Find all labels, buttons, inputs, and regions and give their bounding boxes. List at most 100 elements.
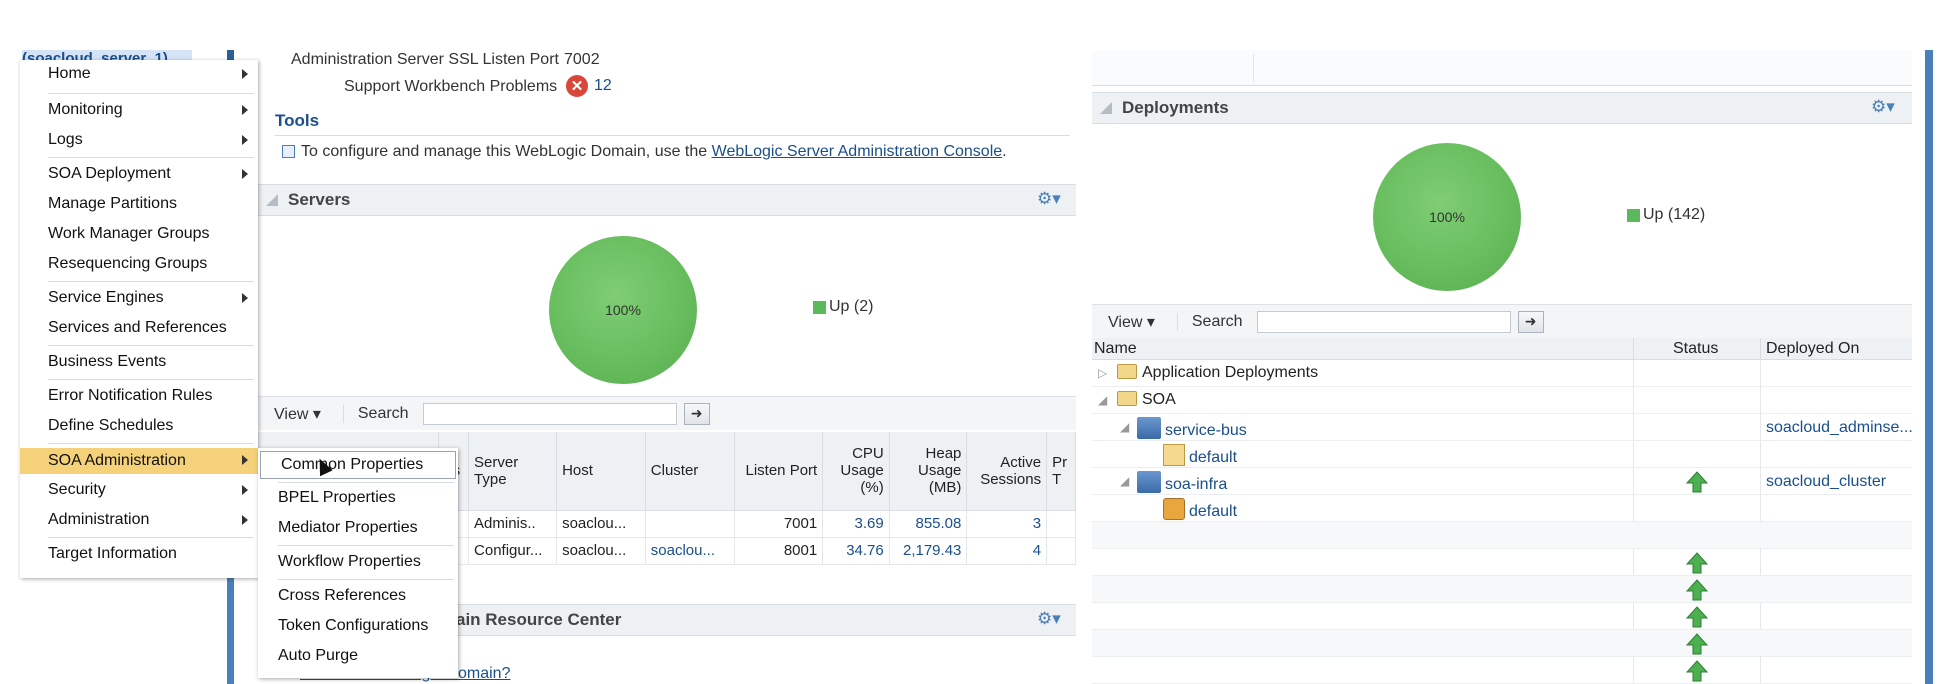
table-row[interactable]: ◢ service-bus soacloud_adminse... [1092,414,1913,441]
deployments-search-go-button[interactable]: ➜ [1517,310,1544,333]
resource-gear-icon[interactable]: ⚙▾ [1037,609,1061,629]
deployments-view-menu[interactable]: View ▾ [1108,312,1155,332]
table-row[interactable]: ◢ soa-infra soacloud_cluster [1092,468,1912,495]
column-sessions[interactable]: Active Sessions [966,432,1048,511]
right-pane-edge[interactable] [1925,50,1933,684]
column-divider [1633,338,1634,360]
weblogic-console-link[interactable]: WebLogic Server Administration Console [712,143,1003,160]
collapse-icon[interactable]: ◢ [1120,420,1129,434]
submenu-item-auto-purge[interactable]: Auto Purge [258,644,458,668]
menu-item-define-schedules[interactable]: Define Schedules [20,414,258,438]
row-name[interactable]: service-bus [1165,422,1247,439]
menu-label: Monitoring [48,101,123,118]
table-row[interactable] [1092,657,1912,684]
menu-item-error-notification-rules[interactable]: Error Notification Rules [20,384,258,408]
menu-item-resequencing-groups[interactable]: Resequencing Groups [20,252,258,276]
column-name[interactable]: Name [1094,340,1137,358]
tools-text-end: . [1002,143,1007,160]
servers-gear-icon[interactable]: ⚙▾ [1037,189,1061,209]
servers-section-header[interactable]: Servers [258,184,1076,216]
column-status[interactable]: Status [1673,340,1718,358]
table-row[interactable] [1092,522,1912,549]
table-row[interactable] [1092,603,1912,630]
submenu-item-mediator-properties[interactable]: Mediator Properties [258,516,458,540]
menu-item-work-manager-groups[interactable]: Work Manager Groups [20,222,258,246]
table-row[interactable]: ▷ Application Deployments [1092,360,1912,387]
row-name[interactable]: default [1189,449,1237,466]
menu-item-monitoring[interactable]: Monitoring [20,98,258,122]
partition-icon [1163,444,1185,466]
servers-view-menu[interactable]: View ▾ [274,404,321,424]
submenu-item-workflow-properties[interactable]: Workflow Properties [258,550,458,574]
menu-item-administration[interactable]: Administration [20,508,258,532]
row-name[interactable]: soa-infra [1165,476,1227,493]
deployments-legend: Up (142) [1627,206,1705,224]
deployments-gear-icon[interactable]: ⚙▾ [1871,97,1895,117]
servers-search-go-button[interactable]: ➜ [683,402,710,425]
submenu-arrow-icon [242,135,248,145]
column-more[interactable]: Pr T [1046,432,1076,511]
cell-cluster[interactable]: soaclou... [645,537,735,565]
table-row[interactable]: default [1092,441,1912,468]
column-cluster[interactable]: Cluster [645,432,735,511]
servers-legend: Up (2) [813,298,873,316]
collapse-icon[interactable]: ◢ [1120,474,1129,488]
expand-icon[interactable]: ▷ [1098,366,1107,380]
error-icon: ✕ [566,75,588,97]
table-row[interactable]: default [1092,495,1912,522]
servers-search-input[interactable] [422,402,677,425]
column-cpu[interactable]: CPU Usage (%) [822,432,890,511]
submenu-label: Mediator Properties [278,519,418,536]
collapse-icon[interactable] [266,194,278,206]
menu-item-manage-partitions[interactable]: Manage Partitions [20,192,258,216]
menu-item-service-engines[interactable]: Service Engines [20,286,258,310]
collapse-icon[interactable]: ◢ [1098,393,1107,407]
cell-cpu[interactable]: 3.69 [822,510,890,538]
table-row[interactable] [1092,549,1912,576]
servers-title: Servers [288,190,351,209]
workbench-label: Support Workbench Problems [344,78,558,95]
cell-sessions[interactable]: 4 [966,537,1048,565]
column-heap[interactable]: Heap Usage (MB) [889,432,968,511]
servers-toolbar: View ▾ Search ➜ [258,396,1076,430]
cell-sessions[interactable]: 3 [966,510,1048,538]
submenu-item-cross-references[interactable]: Cross References [258,584,458,608]
column-host[interactable]: Host [556,432,646,511]
menu-item-soa-deployment[interactable]: SOA Deployment [20,162,258,186]
cell-cpu[interactable]: 34.76 [822,537,890,565]
menu-item-target-information[interactable]: Target Information [20,542,258,566]
column-deployed-on[interactable]: Deployed On [1760,340,1859,358]
cell-type: Adminis.. [468,510,558,538]
collapse-icon[interactable] [1100,102,1112,114]
submenu-item-common-properties[interactable]: Common Properties [260,451,456,479]
deployments-section-header[interactable]: Deployments [1092,92,1912,124]
workbench-count-link[interactable]: 12 [594,77,612,95]
menu-item-soa-administration[interactable]: SOA Administration [20,448,258,474]
menu-item-business-events[interactable]: Business Events [20,350,258,374]
submenu-arrow-icon [242,69,248,79]
table-row[interactable] [1092,576,1912,603]
deployments-search-input[interactable] [1256,310,1511,333]
table-row[interactable]: ◢ SOA [1092,387,1912,414]
menu-item-security[interactable]: Security [20,478,258,502]
cell-cluster[interactable] [645,510,735,538]
submenu-item-bpel-properties[interactable]: BPEL Properties [258,486,458,510]
context-menu: Home Monitoring Logs SOA Deployment Mana… [20,60,258,578]
legend-swatch [813,300,826,314]
menu-item-home[interactable]: Home [20,62,258,86]
deployed-on-link[interactable]: soacloud_cluster [1766,473,1886,491]
column-listen-port[interactable]: Listen Port [734,432,824,511]
row-name[interactable]: default [1189,503,1237,520]
cell-heap[interactable]: 2,179.43 [889,537,968,565]
menu-item-services-and-references[interactable]: Services and References [20,316,258,340]
deployed-on-link[interactable]: soacloud_adminse... [1766,419,1913,437]
view-label: View [274,405,309,423]
deployments-pie-label: 100% [1429,209,1465,225]
column-server-type[interactable]: Server Type [468,432,558,511]
table-row[interactable] [1092,630,1912,657]
status-up-icon [1686,579,1708,601]
submenu-item-token-configurations[interactable]: Token Configurations [258,614,458,638]
menu-item-logs[interactable]: Logs [20,128,258,152]
submenu-arrow-icon [242,293,248,303]
cell-heap[interactable]: 855.08 [889,510,968,538]
